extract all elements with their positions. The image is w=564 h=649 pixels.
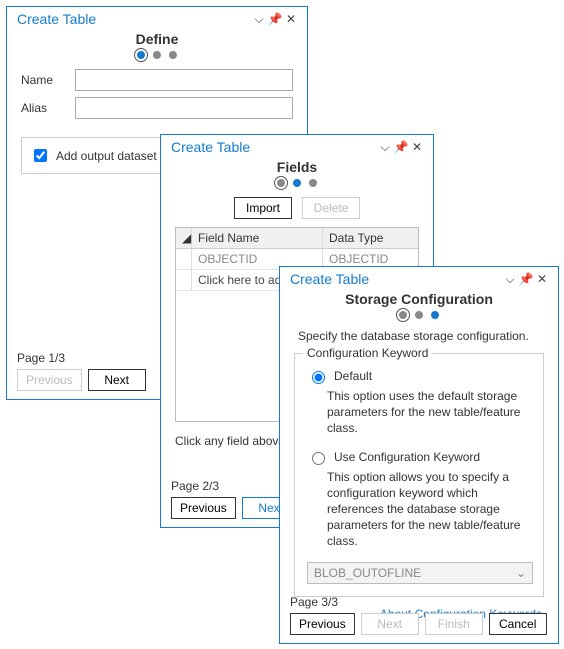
- close-icon[interactable]: ✕: [534, 272, 550, 286]
- table-header: ◢ Field Name Data Type: [176, 228, 418, 249]
- col-data-type[interactable]: Data Type: [323, 228, 418, 248]
- option-default-desc: This option uses the default storage par…: [327, 388, 533, 437]
- option-custom-label: Use Configuration Keyword: [334, 450, 480, 464]
- step-header: Define: [7, 31, 307, 47]
- step-dots: [280, 311, 558, 319]
- option-default-label: Default: [334, 369, 372, 383]
- option-custom-row[interactable]: Use Configuration Keyword: [307, 449, 533, 465]
- row-handle-header: ◢: [176, 228, 192, 248]
- step-dot-1[interactable]: [137, 51, 145, 59]
- name-input[interactable]: [75, 69, 293, 91]
- option-default-radio[interactable]: [312, 371, 325, 384]
- step-dot-1[interactable]: [399, 311, 407, 319]
- pin-icon[interactable]: 📌: [393, 140, 409, 154]
- panel-title: Create Table: [171, 139, 377, 155]
- description: Specify the database storage configurati…: [298, 329, 540, 343]
- step-dot-3[interactable]: [169, 51, 177, 59]
- step-dots: [161, 179, 433, 187]
- title-bar: Create Table ⌵ 📌 ✕: [7, 7, 307, 29]
- title-bar: Create Table ⌵ 📌 ✕: [161, 135, 433, 157]
- close-icon[interactable]: ✕: [409, 140, 425, 154]
- dropdown-icon[interactable]: ⌵: [377, 140, 393, 155]
- finish-button: Finish: [425, 613, 483, 635]
- keyword-combo: BLOB_OUTOFLINE ⌄: [307, 562, 533, 584]
- alias-input[interactable]: [75, 97, 293, 119]
- previous-button: Previous: [17, 369, 82, 391]
- page-indicator: Page 1/3: [17, 351, 65, 365]
- import-button[interactable]: Import: [234, 197, 292, 219]
- keyword-combo-value: BLOB_OUTOFLINE: [314, 566, 421, 580]
- close-icon[interactable]: ✕: [283, 12, 299, 26]
- previous-button[interactable]: Previous: [171, 497, 236, 519]
- step-dot-2[interactable]: [153, 51, 161, 59]
- page-indicator: Page 2/3: [171, 479, 219, 493]
- keyword-combo-box: BLOB_OUTOFLINE ⌄: [307, 562, 533, 584]
- footer: Previous Next: [17, 369, 146, 391]
- panel-title: Create Table: [290, 271, 502, 287]
- alias-label: Alias: [21, 101, 67, 115]
- panel-title: Create Table: [17, 11, 251, 27]
- name-label: Name: [21, 73, 67, 87]
- wizard-panel-storage: Create Table ⌵ 📌 ✕ Storage Configuration…: [279, 266, 559, 644]
- dropdown-icon[interactable]: ⌵: [502, 272, 518, 287]
- dropdown-icon[interactable]: ⌵: [251, 12, 267, 27]
- footer: Previous Next Finish Cancel: [290, 613, 547, 635]
- option-custom-radio[interactable]: [312, 452, 325, 465]
- toolbar: Import Delete: [161, 197, 433, 219]
- row-handle: [176, 270, 192, 290]
- col-field-name[interactable]: Field Name: [192, 228, 323, 248]
- step-dot-2[interactable]: [293, 179, 301, 187]
- option-custom-desc: This option allows you to specify a conf…: [327, 469, 533, 550]
- step-dot-3[interactable]: [431, 311, 439, 319]
- chevron-down-icon: ⌄: [516, 566, 526, 580]
- add-output-checkbox[interactable]: [34, 149, 47, 162]
- cancel-button[interactable]: Cancel: [489, 613, 547, 635]
- title-bar: Create Table ⌵ 📌 ✕: [280, 267, 558, 289]
- delete-button: Delete: [302, 197, 360, 219]
- step-header: Storage Configuration: [280, 291, 558, 307]
- step-dot-2[interactable]: [415, 311, 423, 319]
- page-indicator: Page 3/3: [290, 595, 338, 609]
- option-default-row[interactable]: Default: [307, 368, 533, 384]
- group-legend: Configuration Keyword: [303, 346, 432, 360]
- step-dots: [7, 51, 307, 59]
- step-header: Fields: [161, 159, 433, 175]
- pin-icon[interactable]: 📌: [518, 272, 534, 286]
- next-button[interactable]: Next: [88, 369, 146, 391]
- alias-row: Alias: [21, 97, 293, 119]
- step-dot-3[interactable]: [309, 179, 317, 187]
- pin-icon[interactable]: 📌: [267, 12, 283, 26]
- step-dot-1[interactable]: [277, 179, 285, 187]
- row-handle[interactable]: [176, 249, 192, 269]
- previous-button[interactable]: Previous: [290, 613, 355, 635]
- next-button: Next: [361, 613, 419, 635]
- add-output-label: Add output dataset: [56, 149, 157, 163]
- config-keyword-group: Configuration Keyword Default This optio…: [294, 353, 544, 597]
- name-row: Name: [21, 69, 293, 91]
